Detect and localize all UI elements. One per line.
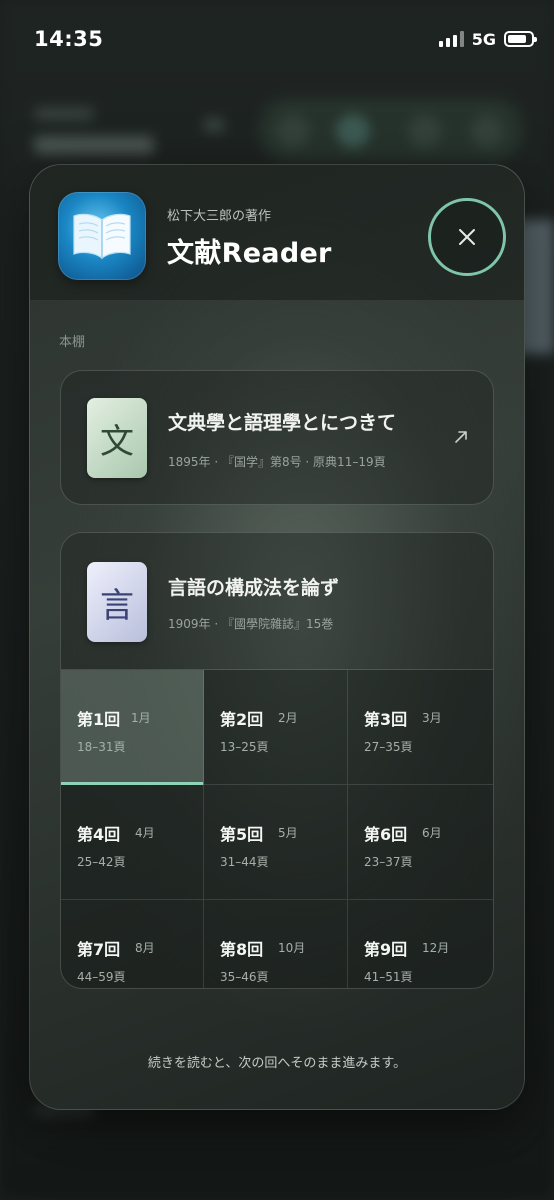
close-button[interactable] bbox=[428, 198, 506, 276]
episode-cell[interactable]: 第3回 3月 27–35頁 bbox=[348, 670, 493, 785]
background-divider bbox=[34, 1140, 514, 1141]
close-icon bbox=[459, 229, 475, 245]
status-time: 14:35 bbox=[34, 27, 104, 51]
episode-month: 6月 bbox=[422, 826, 442, 840]
episode-month: 2月 bbox=[278, 711, 298, 725]
episode-cell[interactable]: 第8回 10月 35–46頁 bbox=[204, 900, 348, 988]
episode-cell[interactable]: 第1回 1月 18–31頁 bbox=[61, 670, 204, 785]
background-title bbox=[34, 136, 154, 154]
section-label-bookshelf: 本棚 bbox=[59, 335, 86, 350]
network-type: 5G bbox=[471, 29, 496, 49]
background-toolbar-icon bbox=[408, 114, 442, 148]
status-bar: 14:35 5G bbox=[0, 0, 554, 80]
app-subtitle: 松下大三郎の著作 bbox=[167, 209, 272, 224]
book-thumbnail: 文 bbox=[87, 398, 147, 478]
episode-cell[interactable]: 第6回 6月 23–37頁 bbox=[348, 785, 493, 900]
footer-note: 続きを読むと、次の回へそのまま進みます。 bbox=[147, 1056, 407, 1071]
episode-name: 第9回 bbox=[364, 940, 408, 959]
app-info-modal: 松下大三郎の著作 文献Reader 本棚 文 文典學と語理學とにつきて 1895… bbox=[29, 164, 525, 1110]
episode-month: 10月 bbox=[278, 941, 306, 955]
episode-month: 8月 bbox=[135, 941, 155, 955]
episode-name: 第5回 bbox=[220, 825, 264, 844]
status-indicators: 5G bbox=[438, 29, 537, 49]
background-chevron-icon bbox=[204, 118, 224, 132]
episode-month: 5月 bbox=[278, 826, 298, 840]
battery-icon bbox=[504, 31, 537, 47]
modal-header: 松下大三郎の著作 文献Reader bbox=[30, 165, 524, 301]
episode-pages: 18–31頁 bbox=[77, 740, 126, 754]
book-title: 言語の構成法を論ず bbox=[168, 577, 340, 599]
episode-name: 第4回 bbox=[77, 825, 121, 844]
episode-pages: 23–37頁 bbox=[364, 855, 413, 869]
episode-month: 4月 bbox=[135, 826, 155, 840]
episode-name: 第2回 bbox=[220, 710, 264, 729]
book-card: 言 言語の構成法を論ず 1909年 · 『國學院雜誌』15巻 第1回 1月 18… bbox=[60, 532, 494, 989]
background-subtitle bbox=[34, 108, 94, 120]
episode-cell[interactable]: 第5回 5月 31–44頁 bbox=[204, 785, 348, 900]
episode-pages: 44–59頁 bbox=[77, 970, 126, 984]
background-toolbar-icon bbox=[336, 114, 370, 148]
episode-pages: 35–46頁 bbox=[220, 970, 269, 984]
episode-month: 12月 bbox=[422, 941, 450, 955]
book-meta: 1909年 · 『國學院雜誌』15巻 bbox=[168, 617, 334, 631]
episode-pages: 41–51頁 bbox=[364, 970, 413, 984]
signal-icon bbox=[438, 31, 464, 47]
episode-name: 第6回 bbox=[364, 825, 408, 844]
episode-name: 第1回 bbox=[77, 710, 121, 729]
episode-name: 第8回 bbox=[220, 940, 264, 959]
episode-grid: 第1回 1月 18–31頁 第2回 2月 13–25頁 第3回 3月 27–35… bbox=[61, 669, 493, 988]
episode-name: 第7回 bbox=[77, 940, 121, 959]
episode-cell[interactable]: 第2回 2月 13–25頁 bbox=[204, 670, 348, 785]
episode-pages: 13–25頁 bbox=[220, 740, 269, 754]
episode-pages: 27–35頁 bbox=[364, 740, 413, 754]
book-title: 文典學と語理學とにつきて bbox=[168, 412, 397, 434]
app-title: 文献Reader bbox=[167, 238, 332, 269]
episode-month: 1月 bbox=[131, 711, 151, 725]
episode-pages: 31–44頁 bbox=[220, 855, 269, 869]
background-search-icon bbox=[276, 114, 310, 148]
book-meta: 1895年 · 『国学』第8号 · 原典11–19頁 bbox=[168, 455, 386, 469]
open-book-icon bbox=[58, 192, 146, 280]
episode-cell[interactable]: 第9回 12月 41–51頁 bbox=[348, 900, 493, 988]
episode-month: 3月 bbox=[422, 711, 442, 725]
book-card[interactable]: 文 文典學と語理學とにつきて 1895年 · 『国学』第8号 · 原典11–19… bbox=[60, 370, 494, 505]
external-link-icon bbox=[455, 431, 467, 443]
episode-name: 第3回 bbox=[364, 710, 408, 729]
episode-cell[interactable]: 第4回 4月 25–42頁 bbox=[61, 785, 204, 900]
book-thumbnail: 言 bbox=[87, 562, 147, 642]
background-toolbar-icon bbox=[470, 114, 504, 148]
episode-pages: 25–42頁 bbox=[77, 855, 126, 869]
episode-cell[interactable]: 第7回 8月 44–59頁 bbox=[61, 900, 204, 988]
